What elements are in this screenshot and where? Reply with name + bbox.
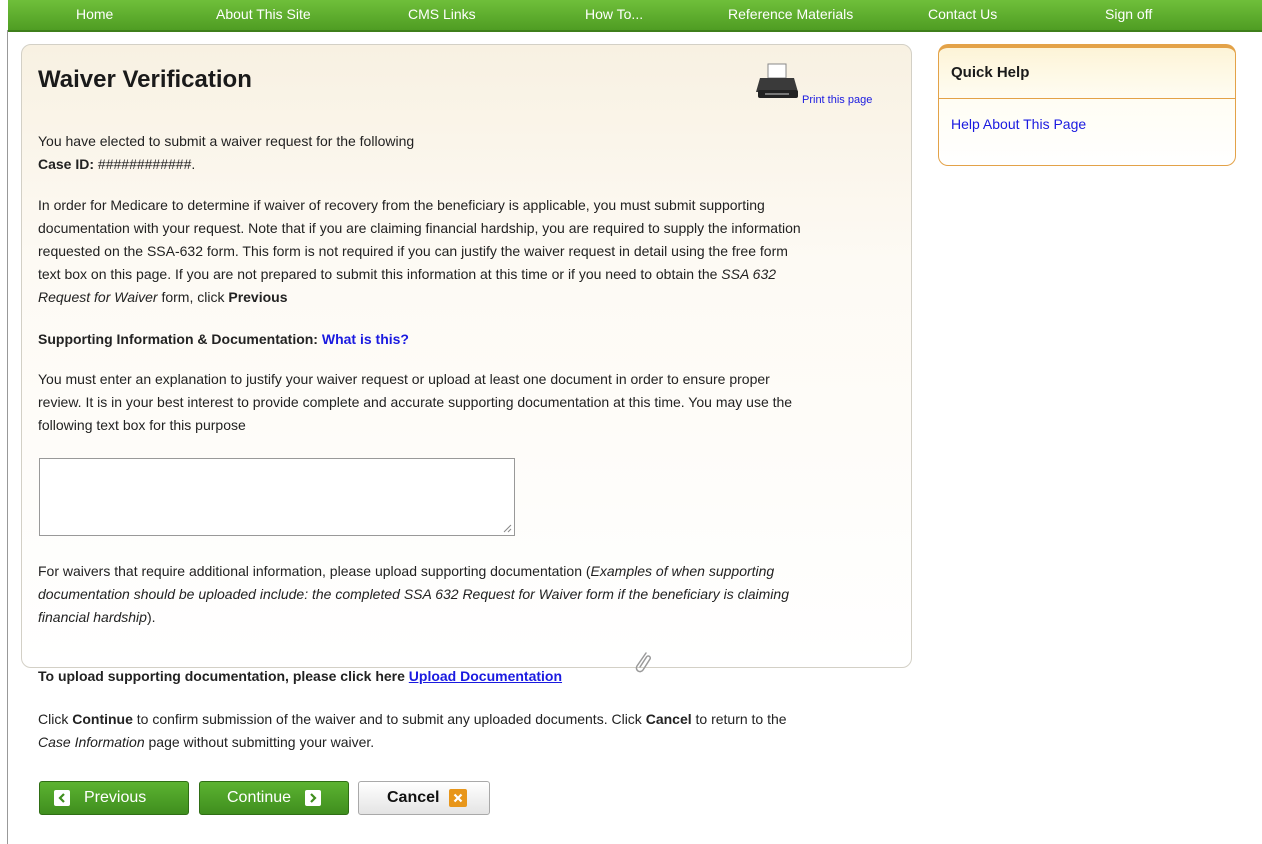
para1-previous: Previous [228, 289, 288, 305]
para1-tail: form, click [161, 289, 225, 305]
intro-text: You have elected to submit a waiver requ… [38, 130, 414, 176]
case-id-value: ############. [97, 156, 196, 172]
confirm-text: page without submitting your waiver. [148, 734, 375, 750]
continue-label: Continue [227, 789, 292, 806]
para2-line: review. It is in your best interest to p… [38, 394, 793, 410]
para3-italic: Examples of when supporting [590, 563, 775, 579]
cancel-label: Cancel [387, 789, 440, 806]
top-nav: Home About This Site CMS Links How To...… [8, 0, 1262, 32]
continue-button[interactable]: Continue [199, 781, 349, 815]
nav-home[interactable]: Home [76, 6, 113, 22]
confirm-text: Click [38, 711, 69, 727]
help-about-page-link[interactable]: Help About This Page [951, 116, 1086, 132]
para2-line: following text box for this purpose [38, 417, 246, 433]
instructions-paragraph: In order for Medicare to determine if wa… [38, 194, 898, 309]
cancel-button[interactable]: Cancel [358, 781, 490, 815]
para1-line: documentation with your request. Note th… [38, 220, 801, 236]
quick-help-panel: Quick Help Help About This Page [938, 44, 1236, 166]
print-page-link[interactable]: Print this page [802, 94, 872, 106]
para1-line: requested on the SSA-632 form. This form… [38, 243, 788, 259]
printer-icon[interactable] [756, 62, 800, 105]
confirm-case-info: Case Information [38, 734, 145, 750]
explanation-instructions: You must enter an explanation to justify… [38, 368, 898, 437]
confirm-continue-word: Continue [72, 711, 133, 727]
explanation-textarea[interactable] [39, 458, 515, 536]
confirm-text: to confirm submission of the waiver and … [136, 711, 642, 727]
para3-start: For waivers that require additional info… [38, 563, 591, 579]
upload-prompt: To upload supporting documentation, plea… [38, 668, 405, 684]
form-name: Request for Waiver [38, 289, 158, 305]
confirm-cancel-word: Cancel [645, 711, 692, 727]
quick-help-divider [939, 98, 1235, 99]
form-name: SSA 632 [721, 266, 777, 282]
upload-info-paragraph: For waivers that require additional info… [38, 560, 898, 629]
what-is-this-link[interactable]: What is this? [322, 331, 409, 347]
left-border [7, 30, 8, 844]
supporting-label: Supporting Information & Documentation: [38, 331, 318, 347]
nav-how-to[interactable]: How To... [585, 6, 643, 22]
page-title: Waiver Verification [38, 66, 252, 93]
para1-line: text box on this page. If you are not pr… [38, 266, 718, 282]
chevron-left-icon [54, 790, 70, 806]
close-icon [449, 789, 468, 807]
upload-prompt-row: To upload supporting documentation, plea… [38, 665, 562, 688]
nav-reference-materials[interactable]: Reference Materials [728, 6, 853, 22]
nav-about-this-site[interactable]: About This Site [216, 6, 311, 22]
previous-label: Previous [84, 789, 147, 806]
para1-line: In order for Medicare to determine if wa… [38, 197, 765, 213]
nav-contact-us[interactable]: Contact Us [928, 6, 997, 22]
para2-line: You must enter an explanation to justify… [38, 371, 770, 387]
para3-italic: documentation should be uploaded include… [38, 586, 789, 602]
case-id-label: Case ID: [38, 156, 95, 172]
intro-line: You have elected to submit a waiver requ… [38, 133, 415, 149]
upload-documentation-link[interactable]: Upload Documentation [409, 668, 562, 684]
para3-italic: financial hardship [38, 609, 147, 625]
confirm-paragraph: Click Continue to confirm submission of … [38, 708, 898, 754]
confirm-text: to return to the [695, 711, 787, 727]
previous-button[interactable]: Previous [39, 781, 189, 815]
supporting-heading: Supporting Information & Documentation: … [38, 328, 409, 351]
para3-end: ). [146, 609, 156, 625]
resize-grip-icon[interactable] [502, 523, 512, 533]
paperclip-icon [632, 650, 654, 681]
nav-sign-off[interactable]: Sign off [1105, 6, 1152, 22]
chevron-right-icon [305, 790, 322, 806]
nav-cms-links[interactable]: CMS Links [408, 6, 476, 22]
quick-help-title: Quick Help [951, 64, 1030, 81]
